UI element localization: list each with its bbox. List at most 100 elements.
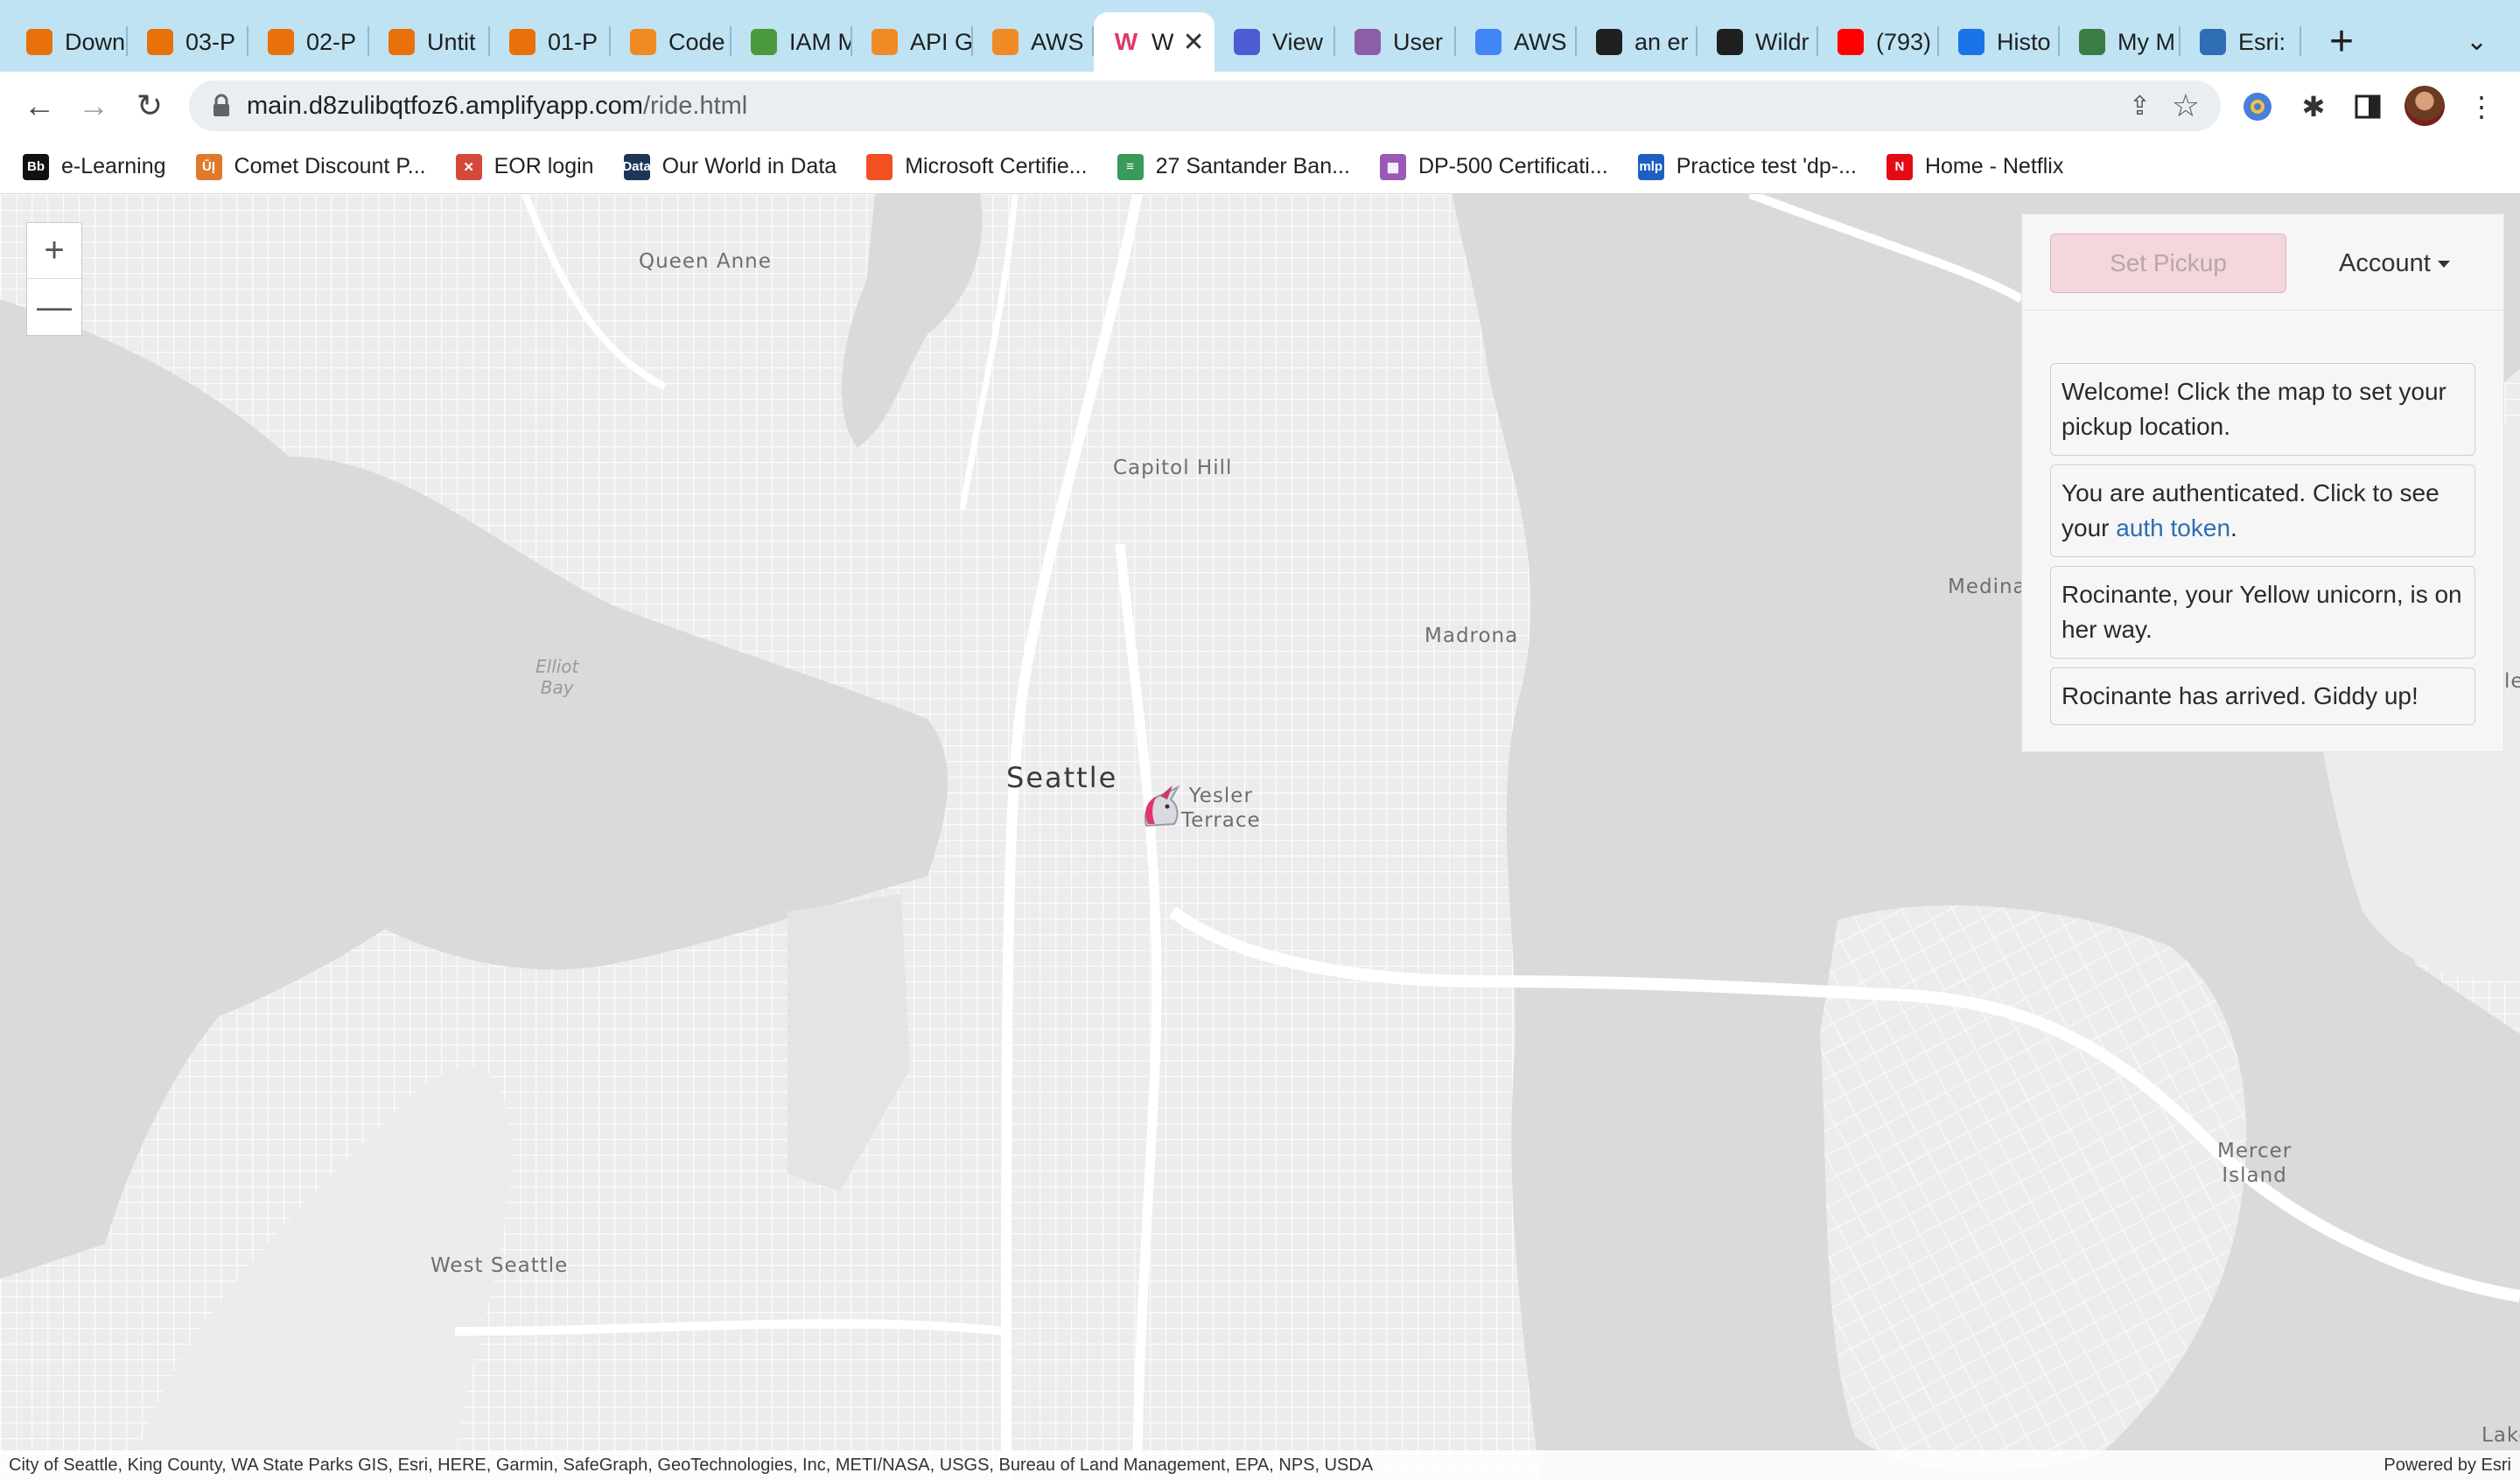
- bookmark-item[interactable]: ŪĮ Comet Discount P...: [195, 153, 426, 180]
- tab[interactable]: Down: [7, 12, 128, 72]
- tab-title: (793): [1876, 28, 1932, 55]
- tab[interactable]: 01-P: [490, 12, 611, 72]
- account-dropdown[interactable]: Account: [2339, 249, 2450, 278]
- unicorn-marker-icon[interactable]: [1138, 785, 1188, 833]
- tab[interactable]: API G: [852, 12, 973, 72]
- tab[interactable]: (793): [1818, 12, 1939, 72]
- auth-token-link[interactable]: auth token: [2116, 514, 2230, 541]
- bookmark-label: Comet Discount P...: [234, 154, 426, 178]
- book-icon: [509, 29, 536, 55]
- tab[interactable]: Code: [611, 12, 732, 72]
- address-bar[interactable]: main.d8zulibqtfoz6.amplifyapp.com/ride.h…: [189, 80, 2221, 131]
- side-panel-icon[interactable]: [2348, 87, 2387, 126]
- label-elliott-bay: Elliot Bay: [536, 656, 579, 698]
- book-icon: [147, 29, 173, 55]
- history-icon: [1958, 29, 1984, 55]
- tab[interactable]: IAM M: [732, 12, 852, 72]
- tab[interactable]: Esri:: [2180, 12, 2301, 72]
- book-icon: [388, 29, 415, 55]
- new-tab-button[interactable]: +: [2329, 19, 2354, 65]
- bookmark-label: Home - Netflix: [1924, 154, 2064, 178]
- tab-search-chevron-icon[interactable]: ⌄: [2466, 26, 2488, 57]
- tab[interactable]: AWS: [1456, 12, 1577, 72]
- aws-box-icon: [630, 29, 656, 55]
- dp500-icon: ▦: [1379, 153, 1406, 180]
- tab-title: View: [1272, 28, 1324, 55]
- book-icon: [268, 29, 294, 55]
- tab[interactable]: My M: [2060, 12, 2180, 72]
- bookmark-label: e-Learning: [61, 154, 166, 178]
- tab-title: User: [1393, 28, 1444, 55]
- extensions-puzzle-icon[interactable]: ✱: [2294, 87, 2333, 126]
- label-seattle: Seattle: [1006, 761, 1118, 794]
- tab[interactable]: an er: [1577, 12, 1698, 72]
- tab-title: Down: [65, 28, 126, 55]
- globe-icon: [2079, 29, 2105, 55]
- tab[interactable]: AWS: [973, 12, 1094, 72]
- url-text[interactable]: main.d8zulibqtfoz6.amplifyapp.com/ride.h…: [247, 92, 747, 121]
- tab-title: an er: [1634, 28, 1689, 55]
- map-attribution: City of Seattle, King County, WA State P…: [0, 1450, 2520, 1480]
- aws-box-icon: [872, 29, 898, 55]
- tab[interactable]: Histo: [1939, 12, 2060, 72]
- bookmark-item[interactable]: Data Our World in Data: [622, 153, 837, 180]
- attribution-text: City of Seattle, King County, WA State P…: [9, 1456, 1374, 1475]
- lock-icon: [214, 94, 229, 116]
- zoom-out-button[interactable]: —: [27, 279, 81, 335]
- set-pickup-button[interactable]: Set Pickup: [2050, 234, 2286, 293]
- bookmark-item[interactable]: Microsoft Certifie...: [866, 153, 1088, 180]
- tab-title: 01-P: [548, 28, 598, 55]
- kebab-menu-icon[interactable]: ⋮: [2462, 87, 2501, 126]
- caret-down-icon: [2437, 261, 2450, 269]
- bookmark-item[interactable]: ≡ 27 Santander Ban...: [1116, 153, 1350, 180]
- auth-message-period: .: [2230, 514, 2237, 541]
- microsoft-icon: [866, 153, 893, 180]
- powered-by-esri[interactable]: Powered by Esri: [2384, 1456, 2511, 1476]
- tab-title: Wildr: [1755, 28, 1810, 55]
- browser-toolbar: ← → ↻ main.d8zulibqtfoz6.amplifyapp.com/…: [0, 72, 2520, 140]
- tab[interactable]: User: [1335, 12, 1456, 72]
- back-arrow-icon[interactable]: ←: [18, 84, 61, 128]
- bookmark-item[interactable]: ✕ EOR login: [455, 153, 594, 180]
- tab[interactable]: View: [1214, 12, 1335, 72]
- bookmark-item[interactable]: Bb e-Learning: [23, 153, 166, 180]
- tab-title: 03-P: [186, 28, 236, 55]
- bookmark-item[interactable]: mlp Practice test 'dp-...: [1637, 153, 1857, 180]
- label-medina: Medina: [1948, 576, 2026, 598]
- share-icon[interactable]: ⇪: [2129, 91, 2151, 122]
- wildrydes-icon: W: [1114, 28, 1138, 55]
- tab-title: Untit: [427, 28, 476, 55]
- bookmark-item[interactable]: N Home - Netflix: [1886, 153, 2064, 180]
- tab[interactable]: 02-P: [248, 12, 369, 72]
- tab[interactable]: Wildr: [1698, 12, 1818, 72]
- extension-chrome-icon[interactable]: [2238, 87, 2277, 126]
- profile-avatar[interactable]: [2404, 86, 2445, 126]
- tab-title: AWS: [1031, 28, 1084, 55]
- aws-box-icon: [992, 29, 1018, 55]
- bookmark-label: Practice test 'dp-...: [1676, 154, 1857, 178]
- bookmark-label: 27 Santander Ban...: [1155, 154, 1350, 178]
- bookmark-label: DP-500 Certificati...: [1418, 154, 1608, 178]
- zoom-control: + —: [26, 222, 82, 336]
- reload-icon[interactable]: ↻: [128, 84, 172, 128]
- tab-title: API G: [910, 28, 973, 55]
- tab-close-icon[interactable]: ✕: [1182, 27, 1204, 58]
- loading-icon: [26, 29, 52, 55]
- bookmark-label: Our World in Data: [662, 154, 837, 178]
- bookmark-star-icon[interactable]: ☆: [2172, 87, 2200, 124]
- tab-title: Histo: [1997, 28, 2051, 55]
- label-queen-anne: Queen Anne: [639, 250, 772, 273]
- label-capitol-hill: Capitol Hill: [1113, 457, 1233, 479]
- tab[interactable]: 03-P: [128, 12, 248, 72]
- map-view[interactable]: Queen Anne Capitol Hill Madrona Medina S…: [0, 194, 2520, 1480]
- tab[interactable]: Untit: [369, 12, 490, 72]
- label-edge-le: le: [2504, 670, 2520, 693]
- ride-panel: Set Pickup Account Welcome! Click the ma…: [2021, 213, 2505, 752]
- bookmark-item[interactable]: ▦ DP-500 Certificati...: [1379, 153, 1608, 180]
- tab-active[interactable]: W W ✕: [1094, 12, 1214, 72]
- tab-title: IAM M: [789, 28, 852, 55]
- forward-arrow-icon[interactable]: →: [72, 84, 116, 128]
- tab-title: AWS: [1514, 28, 1567, 55]
- zoom-in-button[interactable]: +: [27, 223, 81, 279]
- youtube-icon: [1838, 29, 1864, 55]
